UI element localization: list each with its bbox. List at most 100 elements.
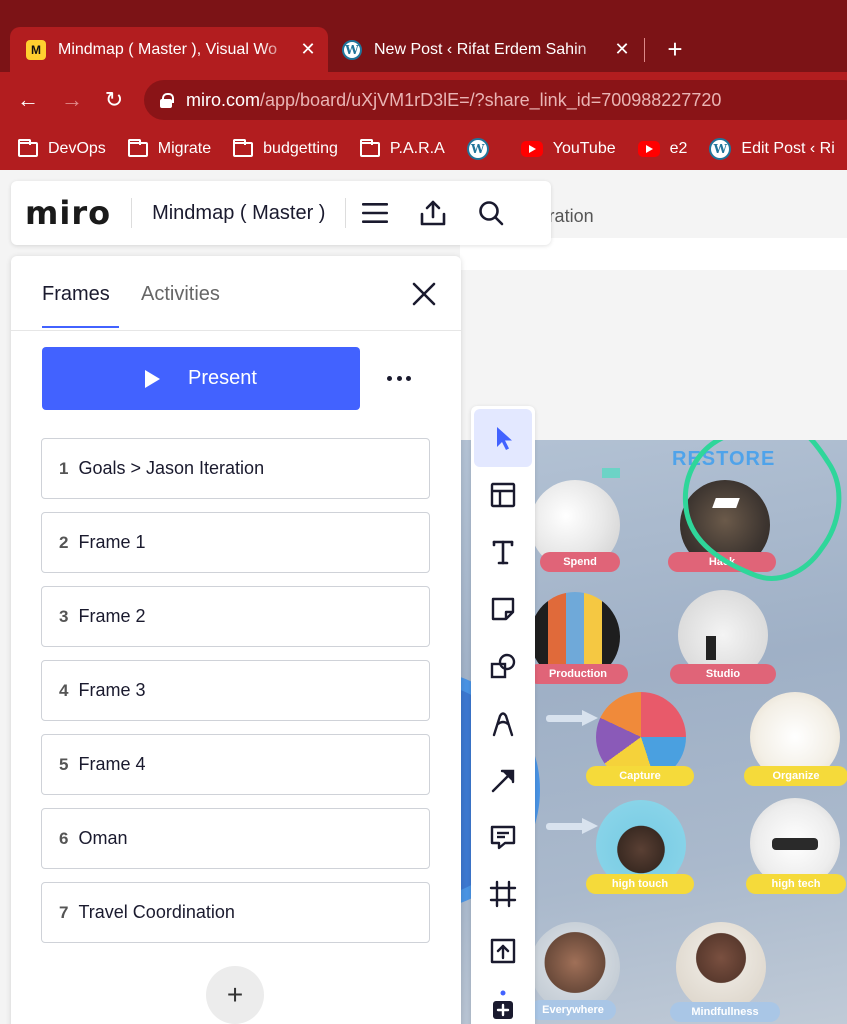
- camera-tripod-icon: [706, 636, 716, 660]
- node-label-studio: Studio: [670, 664, 776, 684]
- creation-toolbar: [471, 406, 535, 1024]
- templates-tool[interactable]: [474, 466, 532, 524]
- lock-icon: [160, 93, 174, 108]
- reload-icon[interactable]: ↻: [96, 82, 132, 118]
- add-frame-button[interactable]: +: [206, 966, 264, 1024]
- frame-name: Frame 2: [78, 606, 146, 626]
- folder-icon: [359, 138, 380, 157]
- play-icon: [145, 369, 161, 388]
- frame-number: 7: [59, 902, 69, 922]
- select-tool[interactable]: [474, 409, 532, 467]
- frame-list-item[interactable]: 4 Frame 3: [41, 660, 430, 721]
- bookmark-youtube[interactable]: YouTube: [520, 140, 616, 158]
- divider: [131, 198, 133, 228]
- address-bar[interactable]: miro.com/app/board/uXjVM1rD3lE=/?share_l…: [144, 80, 847, 120]
- share-upload-icon[interactable]: [418, 198, 448, 228]
- bookmark-e2[interactable]: e2: [637, 140, 688, 158]
- youtube-icon: [520, 141, 543, 157]
- plus-apps-icon: [493, 990, 513, 1019]
- connector-arrow[interactable]: [546, 710, 602, 726]
- node-label-spend: Spend: [540, 552, 620, 572]
- search-icon[interactable]: [476, 198, 506, 228]
- frame-list-item[interactable]: 3 Frame 2: [41, 586, 430, 647]
- connector-arrow[interactable]: [546, 818, 602, 834]
- panel-tabs: Frames Activities: [11, 256, 461, 331]
- frame-list-item[interactable]: 6 Oman: [41, 808, 430, 869]
- sticky-note-icon: [491, 597, 515, 621]
- miro-logo[interactable]: miro: [25, 194, 111, 232]
- frame-list-item[interactable]: 1 Goals > Jason Iteration: [41, 438, 430, 499]
- node-label-high-touch: high touch: [586, 874, 694, 894]
- youtube-icon: [637, 141, 660, 157]
- new-tab-button[interactable]: +: [660, 34, 690, 64]
- frame-list-item[interactable]: 7 Travel Coordination: [41, 882, 430, 943]
- tab-title: New Post ‹ Rifat Erdem Sahin: [374, 40, 587, 58]
- frame-list-item[interactable]: 5 Frame 4: [41, 734, 430, 795]
- frames-panel: Frames Activities Present 1 Goals > Jason…: [11, 256, 461, 1024]
- url-path: /app/board/uXjVM1rD3lE=/?share_link_id=7…: [260, 89, 722, 110]
- bookmark-para[interactable]: P.A.R.A: [359, 138, 445, 158]
- bookmark-budgetting[interactable]: budgetting: [233, 138, 338, 158]
- bookmark-label: e2: [669, 140, 688, 157]
- comment-icon: [490, 825, 516, 850]
- node-label-high-tech: high tech: [746, 874, 846, 894]
- bookmark-label: Edit Post ‹ Ri: [741, 140, 835, 157]
- frame-number: 1: [59, 458, 69, 478]
- more-apps-tool[interactable]: [474, 979, 532, 1024]
- wordpress-logo-icon: W: [342, 39, 362, 60]
- frame-list-item[interactable]: 2 Frame 1: [41, 512, 430, 573]
- cursor-arrow-icon: [497, 427, 512, 450]
- frame-name: Travel Coordination: [78, 902, 235, 922]
- close-icon[interactable]: ✕: [296, 39, 320, 60]
- close-icon[interactable]: [410, 280, 438, 308]
- frame-number: 2: [59, 532, 69, 552]
- tab-activities[interactable]: Activities: [141, 283, 220, 306]
- pen-tool[interactable]: [474, 694, 532, 752]
- comment-tool[interactable]: [474, 808, 532, 866]
- browser-tab-miro[interactable]: M Mindmap ( Master ), Visual Wo ✕: [10, 27, 328, 72]
- bookmark-migrate[interactable]: Migrate: [127, 138, 212, 158]
- shapes-tool[interactable]: [474, 637, 532, 695]
- more-options-icon[interactable]: [383, 364, 415, 392]
- present-label: Present: [188, 367, 257, 389]
- frame-name: Goals > Jason Iteration: [78, 458, 265, 478]
- bookmark-wordpress[interactable]: W: [466, 138, 499, 160]
- tab-frames[interactable]: Frames: [42, 283, 119, 328]
- text-tool[interactable]: [474, 523, 532, 581]
- frame-hash-icon: [489, 880, 517, 908]
- tab-title: Mindmap ( Master ), Visual Wo: [58, 40, 278, 58]
- bookmark-devops[interactable]: DevOps: [18, 138, 106, 158]
- frame-name: Frame 1: [78, 532, 146, 552]
- frame-number: 5: [59, 754, 69, 774]
- frame-number: 4: [59, 680, 69, 700]
- url-host: miro.com: [186, 89, 261, 110]
- connection-line-tool[interactable]: [474, 751, 532, 809]
- back-arrow-icon[interactable]: ←: [10, 82, 46, 118]
- sticky-note-tool[interactable]: [474, 580, 532, 638]
- node-label-capture: Capture: [586, 766, 694, 786]
- node-image-everywhere[interactable]: [530, 922, 620, 1012]
- bookmark-label: Migrate: [157, 140, 212, 157]
- node-label-production: Production: [528, 664, 628, 684]
- hamburger-menu-icon[interactable]: [360, 198, 390, 228]
- miro-top-bar: miro Mindmap ( Master ): [11, 181, 551, 245]
- present-button[interactable]: Present: [42, 347, 360, 410]
- sticky-note[interactable]: [602, 468, 620, 478]
- bookmark-label: P.A.R.A: [389, 140, 445, 157]
- upload-box-icon: [490, 938, 516, 964]
- bookmark-edit-post[interactable]: W Edit Post ‹ Ri: [709, 138, 835, 160]
- close-icon[interactable]: ✕: [610, 39, 634, 60]
- upload-tool[interactable]: [474, 922, 532, 980]
- wordpress-logo-icon: W: [709, 138, 732, 160]
- highlight-circle-shape[interactable]: [682, 440, 847, 588]
- browser-tab-wordpress[interactable]: W New Post ‹ Rifat Erdem Sahin ✕: [330, 27, 642, 72]
- frame-tool[interactable]: [474, 865, 532, 923]
- shapes-icon: [490, 653, 516, 679]
- wordpress-logo-icon: W: [466, 138, 489, 160]
- node-image-mindfullness[interactable]: [676, 922, 766, 1012]
- tab-separator: [644, 38, 645, 62]
- folder-icon: [233, 138, 254, 157]
- forward-arrow-icon[interactable]: →: [54, 82, 90, 118]
- board-name[interactable]: Mindmap ( Master ): [152, 202, 325, 225]
- frame-name: Frame 4: [78, 754, 146, 774]
